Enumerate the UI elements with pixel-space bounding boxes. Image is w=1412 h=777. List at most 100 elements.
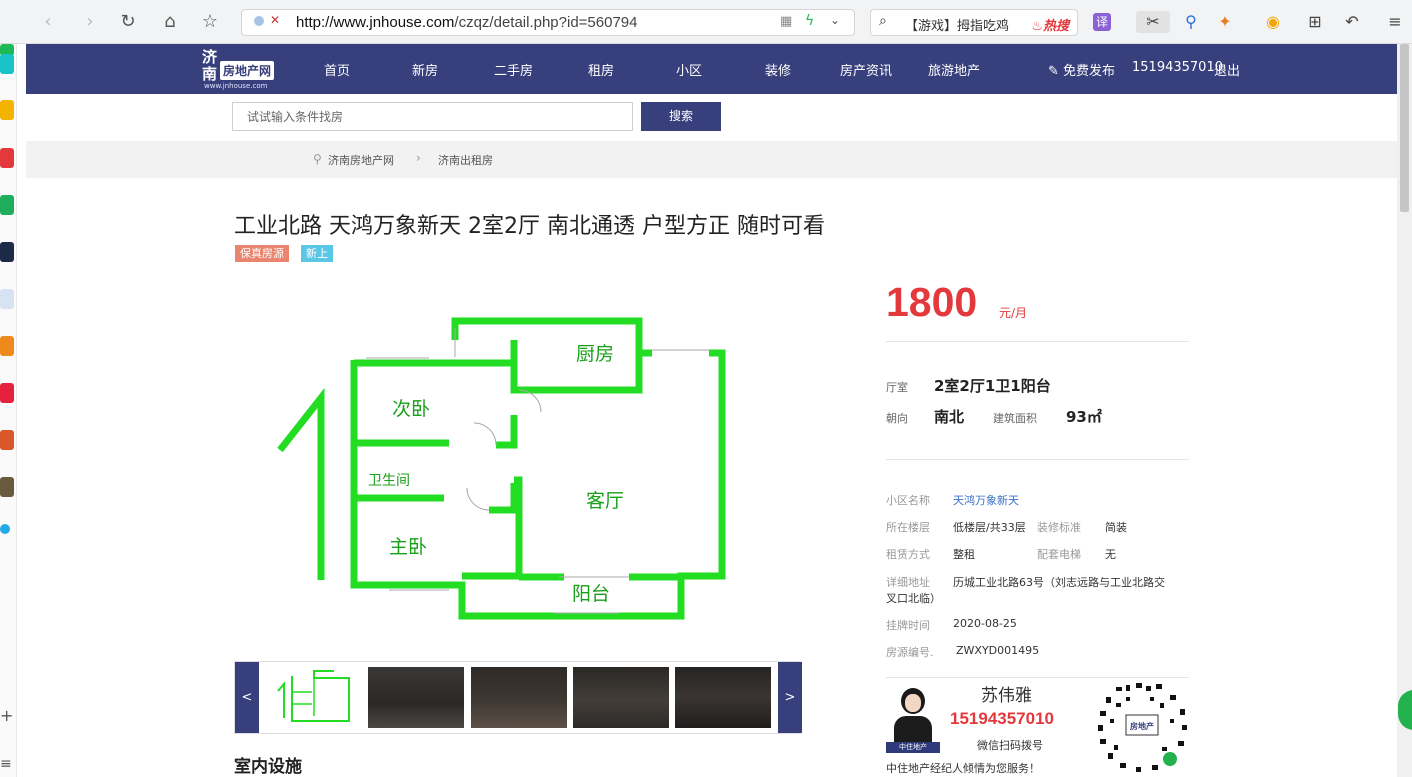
- agent-slogan: 中住地产经纪人倾情为您服务！: [886, 762, 1040, 775]
- site-info-icon[interactable]: [254, 16, 264, 26]
- floor-label: 所在楼层: [886, 521, 930, 534]
- floor-plan-image[interactable]: 厨房 次卧 卫生间 客厅 主卧 阳台: [234, 285, 801, 655]
- room-second-bedroom-label: 次卧: [392, 398, 430, 420]
- browser-search-bar[interactable]: ⌕ 【游戏】拇指吃鸡 ♨热搜: [870, 9, 1078, 36]
- area-value: 93㎡: [1066, 408, 1102, 426]
- home-icon[interactable]: ⌂: [160, 12, 180, 32]
- divider: [886, 677, 1189, 678]
- nav-new-house[interactable]: 新房: [412, 60, 438, 79]
- decoration-value: 简装: [1105, 521, 1127, 534]
- sidebar-app-icon[interactable]: [0, 54, 14, 74]
- qr-code-icon[interactable]: ▦: [780, 14, 792, 29]
- menu-icon[interactable]: ≡: [1384, 11, 1406, 33]
- insecure-icon: ✕: [270, 13, 281, 27]
- undo-icon[interactable]: ↶: [1341, 11, 1363, 33]
- breadcrumb-home[interactable]: 济南房地产网: [328, 152, 394, 168]
- elevator-value: 无: [1105, 548, 1116, 561]
- url-host: http://www.jnhouse.com: [296, 14, 455, 31]
- facility-heading: 室内设施: [234, 757, 302, 777]
- scrollbar-thumb[interactable]: [1400, 44, 1409, 212]
- publish-link[interactable]: ✎ 免费发布: [1048, 60, 1115, 79]
- sidebar-news-icon[interactable]: [0, 242, 14, 262]
- listing-code-value: ZWXYD001495: [956, 644, 1040, 657]
- nav-home[interactable]: 首页: [324, 60, 350, 79]
- reload-icon[interactable]: ↻: [118, 12, 138, 32]
- wechat-icon: [1163, 752, 1177, 766]
- translate-icon[interactable]: 译: [1093, 13, 1111, 31]
- chevron-down-icon[interactable]: ⌄: [830, 13, 840, 27]
- rent-price-unit: 元/月: [999, 306, 1028, 320]
- sidebar-menu-icon[interactable]: ≡: [0, 756, 12, 772]
- edit-icon: ✎: [1048, 64, 1059, 79]
- thumbnail-photo[interactable]: [675, 667, 771, 728]
- bookmark-star-icon[interactable]: ☆: [200, 12, 220, 32]
- thumbnail-photo[interactable]: [573, 667, 669, 728]
- nav-second-hand[interactable]: 二手房: [494, 60, 533, 79]
- floor-plan-doors: [366, 328, 709, 614]
- user-phone[interactable]: 15194357010: [1132, 60, 1223, 75]
- community-label: 小区名称: [886, 494, 930, 507]
- qr-logo-text: 房地产: [1130, 721, 1154, 731]
- thumbnail-photo[interactable]: [368, 667, 464, 728]
- thumbnail-photo[interactable]: [471, 667, 567, 728]
- sidebar-game-icon[interactable]: [0, 430, 14, 450]
- room-master-bedroom-label: 主卧: [389, 536, 427, 558]
- tag-verified: 保真房源: [235, 245, 289, 262]
- sidebar-game-icon[interactable]: [0, 477, 14, 497]
- coin-icon[interactable]: ◉: [1262, 11, 1284, 33]
- wechat-scan-hint: 微信扫码拨号: [977, 739, 1043, 752]
- address-bar[interactable]: ✕ http://www.jnhouse.com/czqz/detail.php…: [241, 9, 855, 36]
- search-suggestion[interactable]: 【游戏】拇指吃鸡: [905, 15, 1009, 34]
- search-icon[interactable]: ⌕: [879, 13, 887, 29]
- breadcrumb-rent[interactable]: 济南出租房: [438, 152, 493, 168]
- sidebar-app-icon[interactable]: [0, 336, 14, 356]
- thumbnail-floorplan[interactable]: [262, 664, 362, 731]
- lightning-icon[interactable]: ϟ: [805, 13, 814, 29]
- location-icon: ⚲: [313, 152, 322, 166]
- breadcrumb: ⚲ 济南房地产网 › 济南出租房: [26, 141, 1397, 178]
- layout-label: 厅室: [886, 381, 908, 394]
- sidebar-app-icon[interactable]: [0, 524, 10, 534]
- site-logo[interactable]: 济南 房地产网 www.jnhouse.com: [202, 49, 274, 91]
- url-text[interactable]: http://www.jnhouse.com/czqz/detail.php?i…: [296, 14, 637, 31]
- sidebar-mail-icon[interactable]: [0, 195, 14, 215]
- address-value: 历城工业北路63号（刘志远路与工业北路交: [953, 576, 1165, 589]
- scissors-icon[interactable]: ✂: [1136, 11, 1170, 33]
- wechat-qr-code[interactable]: 房地产: [1096, 683, 1188, 773]
- magnifier-icon[interactable]: ⚲: [1180, 11, 1202, 33]
- thumbs-next-button[interactable]: >: [778, 662, 802, 733]
- back-icon[interactable]: ‹: [38, 12, 58, 32]
- thumbs-prev-button[interactable]: <: [235, 662, 259, 733]
- agent-name: 苏伟雅: [981, 686, 1032, 706]
- game-icon[interactable]: ✦: [1214, 11, 1236, 33]
- floor-plan-walls: [277, 317, 726, 620]
- community-link[interactable]: 天鸿万象新天: [953, 492, 1019, 508]
- nav-travel[interactable]: 旅游地产: [928, 60, 980, 79]
- nav-rent[interactable]: 租房: [588, 60, 614, 79]
- logout-link[interactable]: 退出: [1214, 60, 1240, 79]
- hot-search-badge[interactable]: ♨热搜: [1031, 15, 1069, 34]
- hot-label: 热搜: [1042, 19, 1069, 34]
- nav-decoration[interactable]: 装修: [765, 60, 791, 79]
- address-label: 详细地址: [886, 576, 930, 589]
- forward-icon[interactable]: ›: [80, 12, 100, 32]
- nav-community[interactable]: 小区: [676, 60, 702, 79]
- site-header: 济南 房地产网 www.jnhouse.com 首页 新房 二手房 租房 小区 …: [26, 44, 1397, 94]
- sidebar-add-icon[interactable]: +: [0, 706, 13, 725]
- nav-news[interactable]: 房产资讯: [840, 60, 892, 79]
- sidebar-star-icon[interactable]: [0, 100, 14, 120]
- search-button[interactable]: 搜索: [641, 102, 721, 131]
- sidebar-doc-icon[interactable]: [0, 289, 14, 309]
- search-input[interactable]: [232, 102, 633, 131]
- browser-sidebar: + ≡: [0, 44, 17, 777]
- sidebar-weibo-icon[interactable]: [0, 148, 14, 168]
- orientation-value: 南北: [934, 408, 965, 426]
- divider: [886, 459, 1189, 460]
- apps-grid-icon[interactable]: ⊞: [1304, 11, 1326, 33]
- agent-photo[interactable]: 中住地产: [886, 682, 940, 753]
- rent-type-label: 租赁方式: [886, 548, 930, 561]
- agent-photo-caption: 中住地产: [899, 743, 927, 751]
- sidebar-app-icon[interactable]: [0, 383, 14, 403]
- agent-phone[interactable]: 15194357010: [950, 709, 1054, 729]
- tag-new: 新上: [301, 245, 333, 262]
